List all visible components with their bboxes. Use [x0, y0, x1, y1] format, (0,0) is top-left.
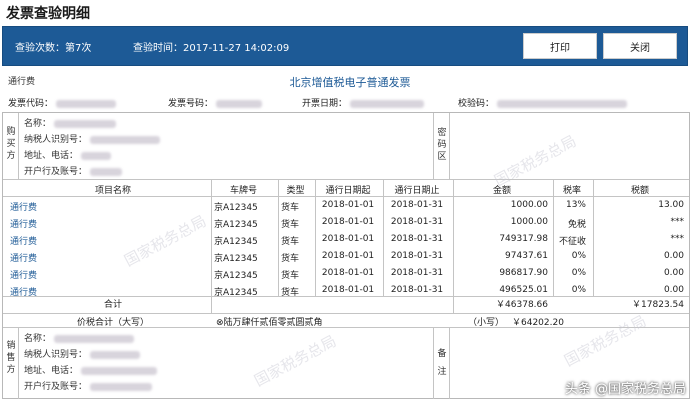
remark-label: 备 注: [437, 349, 447, 377]
buyer-side-label: 购 买 方: [6, 127, 16, 161]
buyer-address-field: 地址、电话：: [24, 148, 111, 161]
cell-end: 2018-01-31: [390, 200, 444, 210]
total-small-label: （小写）: [468, 318, 505, 328]
cell-name[interactable]: 通行费: [10, 200, 200, 213]
header-date-start: 通行日期起: [325, 186, 371, 196]
cell-name[interactable]: 通行费: [10, 251, 200, 264]
cell-end: 2018-01-31: [390, 285, 444, 295]
buyer-tax-id-field: 纳税人识别号：: [24, 132, 160, 145]
invoice-date-field: 开票日期：: [302, 96, 424, 109]
cell-name[interactable]: 通行费: [10, 217, 200, 230]
cell-plate: 京A12345: [214, 203, 258, 213]
cell-start: 2018-01-01: [321, 200, 375, 210]
cell-rate: 免税: [567, 220, 586, 230]
buyer-bank-field: 开户行及账号：: [24, 164, 122, 177]
cell-plate: 京A12345: [214, 220, 258, 230]
cell-start: 2018-01-01: [321, 234, 375, 244]
invoice-number-value-redacted: [215, 99, 262, 108]
cell-kind: 货车: [281, 237, 300, 247]
subtotal-tax: ￥17823.54: [632, 300, 684, 310]
invoice-code-field: 发票代码：: [8, 96, 116, 109]
invoice-date-value-redacted: [349, 99, 424, 108]
cell-plate: 京A12345: [214, 288, 258, 298]
invoice-title: 北京增值税电子普通发票: [289, 76, 411, 89]
check-time: 查验时间：2017-11-27 14:02:09: [133, 43, 290, 54]
check-code-label: 校验码：: [458, 99, 495, 109]
buyer-name-field: 名称：: [24, 116, 116, 129]
cell-tax: 0.00: [663, 251, 684, 261]
seller-side-label: 销 售 方: [6, 341, 16, 375]
subtotal-amount: ￥46378.66: [496, 300, 548, 310]
cell-plate: 京A12345: [214, 271, 258, 281]
total-amount-in-words: ⊗陆万肆仟贰佰零贰圆贰角: [216, 318, 323, 328]
header-item-name: 项目名称: [94, 186, 131, 196]
cell-amount: 986817.90: [499, 268, 548, 278]
check-code-field: 校验码：: [458, 96, 627, 109]
cell-tax: 0.00: [663, 268, 684, 278]
subtotal-label: 合计: [103, 300, 122, 310]
check-count: 查验次数：第7次: [15, 43, 92, 54]
invoice-number-label: 发票号码：: [168, 99, 214, 109]
cell-name[interactable]: 通行费: [10, 268, 200, 281]
print-button[interactable]: 打印: [523, 33, 597, 59]
cell-plate: 京A12345: [214, 254, 258, 264]
title-bar: 发票查验明细: [0, 0, 692, 24]
cell-start: 2018-01-01: [321, 268, 375, 278]
seller-tax-id-field: 纳税人识别号：: [24, 347, 140, 360]
invoice-type: 通行费: [8, 77, 36, 87]
cell-rate: 0%: [571, 251, 586, 261]
invoice-number-field: 发票号码：: [168, 96, 262, 109]
cell-kind: 货车: [281, 271, 300, 281]
cell-kind: 货车: [281, 288, 300, 298]
cell-amount: 1000.00: [510, 200, 548, 210]
cell-amount: 97437.61: [505, 251, 548, 261]
cell-kind: 货车: [281, 220, 300, 230]
cell-amount: 749317.98: [499, 234, 548, 244]
cell-kind: 货车: [281, 254, 300, 264]
invoice-code-label: 发票代码：: [8, 99, 54, 109]
cell-start: 2018-01-01: [321, 285, 375, 295]
footer-credit: 头条 @国家税务总局: [564, 382, 686, 397]
cell-plate: 京A12345: [214, 237, 258, 247]
total-label: 价税合计（大写）: [76, 318, 149, 328]
cell-tax: ***: [670, 217, 685, 227]
cell-rate: 0%: [571, 268, 586, 278]
cell-kind: 货车: [281, 203, 300, 213]
seller-address-field: 地址、电话：: [24, 363, 157, 376]
header-amount: 金额: [492, 186, 511, 196]
cell-rate: 不征收: [558, 237, 586, 247]
seller-bank-field: 开户行及账号：: [24, 379, 152, 392]
cell-name[interactable]: 通行费: [10, 234, 200, 247]
header-date-end: 通行日期止: [394, 186, 440, 196]
invoice-date-label: 开票日期：: [302, 99, 348, 109]
cell-amount: 496525.01: [499, 285, 548, 295]
invoice-code-value-redacted: [55, 99, 116, 108]
cell-tax: ***: [670, 234, 685, 244]
close-button[interactable]: 关闭: [603, 33, 677, 59]
password-area-label: 密 码 区: [437, 128, 447, 162]
total-amount-numeric: ￥64202.20: [512, 318, 564, 328]
header-tax-rate: 税率: [562, 186, 581, 196]
cell-end: 2018-01-31: [390, 268, 444, 278]
header-type: 类型: [286, 186, 305, 196]
cell-tax: 13.00: [658, 200, 684, 210]
header-tax-amount: 税额: [630, 186, 649, 196]
cell-tax: 0.00: [663, 285, 684, 295]
cell-end: 2018-01-31: [390, 234, 444, 244]
cell-start: 2018-01-01: [321, 251, 375, 261]
cell-rate: 0%: [571, 285, 586, 295]
header-plate: 车牌号: [229, 186, 257, 196]
cell-amount: 1000.00: [510, 217, 548, 227]
check-code-value-redacted: [496, 99, 627, 108]
cell-rate: 13%: [565, 200, 586, 210]
page-title: 发票查验明细: [6, 6, 90, 22]
cell-start: 2018-01-01: [321, 217, 375, 227]
cell-end: 2018-01-31: [390, 217, 444, 227]
seller-name-field: 名称：: [24, 331, 134, 344]
cell-end: 2018-01-31: [390, 251, 444, 261]
check-header: 查验次数：第7次 查验时间：2017-11-27 14:02:09 打印 关闭: [2, 26, 688, 66]
